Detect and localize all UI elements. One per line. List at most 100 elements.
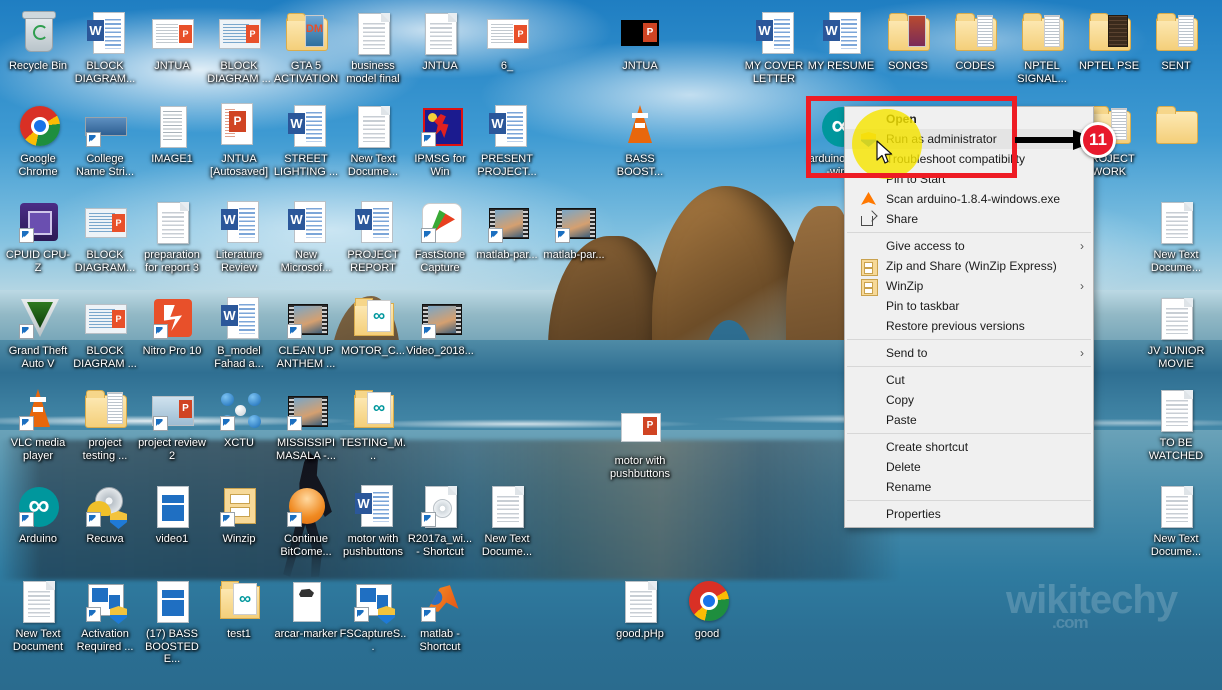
desktop-icon[interactable]: New Text Docume... bbox=[1142, 483, 1210, 558]
desktop-icon[interactable]: New Text Docume... bbox=[339, 103, 407, 178]
desktop-icon[interactable]: New Text Docume... bbox=[1142, 199, 1210, 274]
desktop-icon[interactable]: CODES bbox=[941, 10, 1009, 73]
desktop-icon[interactable]: New Text Docume... bbox=[473, 483, 541, 558]
menu-item[interactable]: Pin to Start bbox=[845, 169, 1093, 189]
desktop-icon[interactable]: Continue BitCome... bbox=[272, 483, 340, 558]
desktop-icon[interactable]: ∞test1 bbox=[205, 578, 273, 641]
desktop-icon[interactable]: WB_model Fahad a... bbox=[205, 295, 273, 370]
desktop-icon[interactable]: FastStone Capture bbox=[406, 199, 474, 274]
desktop-icon[interactable]: College Name Stri... bbox=[71, 103, 139, 178]
desktop-icon[interactable]: VLC media player bbox=[4, 387, 72, 462]
desktop-icon[interactable]: JV JUNIOR MOVIE bbox=[1142, 295, 1210, 370]
menu-item[interactable]: Create shortcut bbox=[845, 437, 1093, 457]
desktop-icon-glyph bbox=[14, 103, 62, 151]
desktop-icon[interactable]: Winzip bbox=[205, 483, 273, 546]
desktop-icon[interactable]: PJNTUA [Autosaved] bbox=[205, 103, 273, 178]
desktop-icon[interactable]: Google Chrome bbox=[4, 103, 72, 178]
desktop-icon[interactable]: FSCaptureS... bbox=[339, 578, 407, 653]
desktop-icon[interactable]: matlab-par... bbox=[540, 199, 608, 262]
menu-item[interactable]: Open bbox=[845, 109, 1093, 129]
menu-item[interactable]: Restore previous versions bbox=[845, 316, 1093, 336]
desktop-icon[interactable]: Pproject review 2 bbox=[138, 387, 206, 462]
menu-item[interactable]: Rename bbox=[845, 477, 1093, 497]
desktop-icon[interactable]: PBLOCK DIAGRAM ... bbox=[205, 10, 273, 85]
desktop-icon[interactable]: business model final bbox=[339, 10, 407, 85]
desktop-icon[interactable]: SENT bbox=[1142, 10, 1210, 73]
desktop-icon-label: Arduino bbox=[4, 533, 72, 546]
desktop-icon[interactable]: WNew Microsof... bbox=[272, 199, 340, 274]
menu-item[interactable]: Pin to taskbar bbox=[845, 296, 1093, 316]
desktop-icon[interactable]: PBLOCK DIAGRAM... bbox=[71, 199, 139, 274]
desktop-icon[interactable]: PBLOCK DIAGRAM ... bbox=[71, 295, 139, 370]
desktop-icon[interactable]: WPROJECT REPORT bbox=[339, 199, 407, 274]
desktop-icon[interactable]: Pmotor with pushbuttons bbox=[606, 405, 674, 480]
menu-item[interactable]: Delete bbox=[845, 457, 1093, 477]
desktop-icon[interactable]: Video_2018... bbox=[406, 295, 474, 358]
desktop-icon-glyph: W bbox=[282, 103, 330, 151]
desktop-icon[interactable]: Recycle Bin bbox=[4, 10, 72, 73]
desktop-icon[interactable]: New Text Document bbox=[4, 578, 72, 653]
desktop-icon-label: GTA 5 ACTIVATION bbox=[272, 60, 340, 85]
desktop-icon[interactable]: WPRESENT PROJECT... bbox=[473, 103, 541, 178]
desktop-icon[interactable]: JNTUA bbox=[406, 10, 474, 73]
desktop-icon[interactable]: project testing ... bbox=[71, 387, 139, 462]
desktop-icon[interactable]: preparation for report 3 bbox=[138, 199, 206, 274]
desktop-icon[interactable]: Nitro Pro 10 bbox=[138, 295, 206, 358]
desktop-icon[interactable]: matlab - Shortcut bbox=[406, 578, 474, 653]
desktop-icon[interactable]: NPTEL SIGNAL... bbox=[1008, 10, 1076, 85]
desktop-icon[interactable]: CLEAN UP ANTHEM ... bbox=[272, 295, 340, 370]
desktop[interactable]: wikitechy .com Recycle BinWBLOCK DIAGRAM… bbox=[0, 0, 1222, 690]
menu-item[interactable]: Zip and Share (WinZip Express) bbox=[845, 256, 1093, 276]
desktop-icon[interactable] bbox=[1142, 103, 1210, 153]
desktop-icon[interactable]: P6_ bbox=[473, 10, 541, 73]
desktop-icon[interactable]: good.pHp bbox=[606, 578, 674, 641]
desktop-icon[interactable]: (17) BASS BOOSTED E... bbox=[138, 578, 206, 666]
desktop-icon[interactable]: ∞TESTING_M... bbox=[339, 387, 407, 462]
desktop-icon[interactable]: SONGS bbox=[874, 10, 942, 73]
desktop-icon[interactable]: IPMSG for Win bbox=[406, 103, 474, 178]
desktop-icon[interactable]: R2017a_wi... - Shortcut bbox=[406, 483, 474, 558]
desktop-icon[interactable]: WMY COVER LETTER bbox=[740, 10, 808, 85]
desktop-icon[interactable]: good bbox=[673, 578, 741, 641]
desktop-icon-label: BLOCK DIAGRAM... bbox=[71, 249, 139, 274]
desktop-icon[interactable]: NPTEL PSE bbox=[1075, 10, 1143, 73]
desktop-icon[interactable]: ∞MOTOR_C... bbox=[339, 295, 407, 358]
menu-item[interactable]: Cut bbox=[845, 370, 1093, 390]
chevron-right-icon: › bbox=[1080, 276, 1084, 296]
menu-item[interactable]: Paste bbox=[845, 410, 1093, 430]
menu-item[interactable]: Copy bbox=[845, 390, 1093, 410]
desktop-icon[interactable]: matlab-par... bbox=[473, 199, 541, 262]
desktop-icon[interactable]: Arduino bbox=[4, 483, 72, 546]
desktop-icon[interactable]: Grand Theft Auto V bbox=[4, 295, 72, 370]
context-menu[interactable]: OpenRun as administratorTroubleshoot com… bbox=[844, 106, 1094, 528]
desktop-icon-glyph bbox=[148, 199, 196, 247]
menu-item[interactable]: WinZip› bbox=[845, 276, 1093, 296]
desktop-icon[interactable]: Activation Required ... bbox=[71, 578, 139, 653]
desktop-icon[interactable]: CPUID CPU-Z bbox=[4, 199, 72, 274]
desktop-icon[interactable]: Recuva bbox=[71, 483, 139, 546]
menu-item[interactable]: Scan arduino-1.8.4-windows.exe bbox=[845, 189, 1093, 209]
desktop-icon[interactable]: TO BE WATCHED bbox=[1142, 387, 1210, 462]
desktop-icon[interactable]: WBLOCK DIAGRAM... bbox=[71, 10, 139, 85]
desktop-icon[interactable]: IMAGE1 bbox=[138, 103, 206, 166]
desktop-icon[interactable]: XCTU bbox=[205, 387, 273, 450]
desktop-icon[interactable]: WMY RESUME bbox=[807, 10, 875, 73]
desktop-icon-glyph bbox=[1152, 10, 1200, 58]
desktop-icon-label: MY COVER LETTER bbox=[740, 60, 808, 85]
desktop-icon[interactable]: PJNTUA bbox=[138, 10, 206, 73]
desktop-icon-glyph: P bbox=[215, 10, 263, 58]
desktop-icon[interactable]: WSTREET LIGHTING ... bbox=[272, 103, 340, 178]
menu-item[interactable]: Properties bbox=[845, 504, 1093, 524]
desktop-icon[interactable]: MISSISSIPI MASALA -... bbox=[272, 387, 340, 462]
desktop-icon[interactable]: WLiterature Review bbox=[205, 199, 273, 274]
desktop-icon[interactable]: Wmotor with pushbuttons bbox=[339, 483, 407, 558]
desktop-icon[interactable]: DMGTA 5 ACTIVATION bbox=[272, 10, 340, 85]
desktop-icon[interactable]: arcar-marker bbox=[272, 578, 340, 641]
menu-item[interactable]: Troubleshoot compatibility bbox=[845, 149, 1093, 169]
desktop-icon[interactable]: BASS BOOST... bbox=[606, 103, 674, 178]
menu-item[interactable]: Send to› bbox=[845, 343, 1093, 363]
menu-item[interactable]: Share bbox=[845, 209, 1093, 229]
menu-item[interactable]: Give access to› bbox=[845, 236, 1093, 256]
desktop-icon[interactable]: video1 bbox=[138, 483, 206, 546]
desktop-icon[interactable]: PJNTUA bbox=[606, 10, 674, 73]
